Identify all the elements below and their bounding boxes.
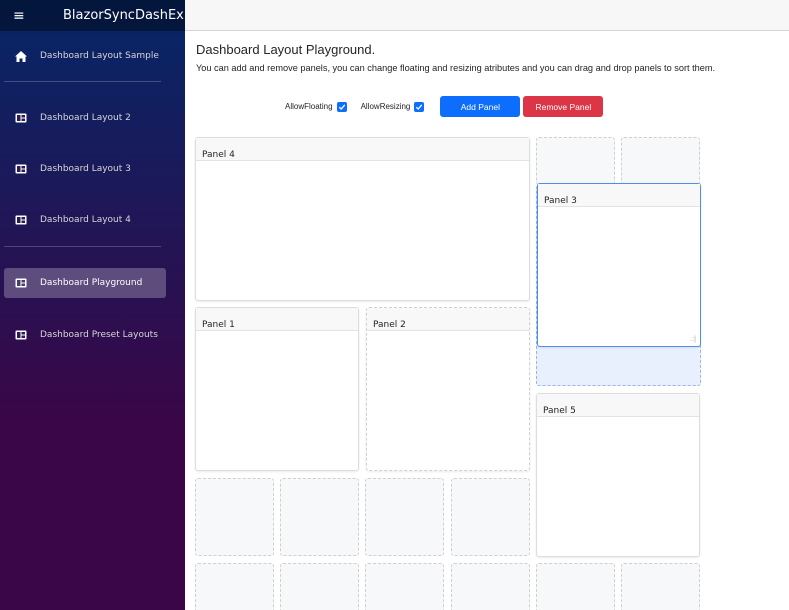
grid-cell-placeholder [195,478,274,556]
layout-icon [10,113,32,123]
sidebar-item-label: Dashboard Layout 4 [40,215,131,225]
sidebar-item-dashboard-playground[interactable]: Dashboard Playground [4,268,166,298]
sidebar-item-label: Dashboard Layout 2 [40,113,131,123]
add-panel-button[interactable]: Add Panel [440,96,521,117]
grid-cell-placeholder [280,478,359,556]
grid-cell-placeholder [621,563,700,610]
checkmark-icon [416,103,423,110]
panel-4[interactable]: Panel 4 [195,137,530,301]
grid-cell-placeholder [451,563,530,610]
allow-floating-checkbox[interactable] [336,101,347,112]
sidebar-item-dashboard-layout-4[interactable]: Dashboard Layout 4 [4,205,166,235]
home-icon [10,50,32,62]
remove-panel-button[interactable]: Remove Panel [523,96,604,117]
panel-header[interactable]: Panel 1 [196,308,358,331]
grid-cell-placeholder [451,478,530,556]
grid-cell-placeholder [536,563,615,610]
allow-resizing-label: AllowResizing [360,102,411,111]
sidebar: ≡ BlazorSyncDashEx Dashboard Layout Samp… [0,0,185,610]
grid-cell-placeholder [365,563,444,610]
layout-icon [10,278,32,288]
panel-2[interactable]: Panel 2 [366,307,530,471]
sidebar-item-label: Dashboard Layout Sample [40,51,159,61]
page-title: Dashboard Layout Playground. [196,42,376,57]
panel-header[interactable]: Panel 4 [196,138,529,161]
grid-cell-placeholder [621,137,700,185]
panel-1[interactable]: Panel 1 [195,307,359,471]
sidebar-header: ≡ BlazorSyncDashEx [0,0,185,31]
layout-icon [10,330,32,340]
hamburger-icon[interactable]: ≡ [13,9,33,23]
brand-title[interactable]: BlazorSyncDashEx [63,8,184,23]
panel-3[interactable]: Panel 3 .:| [537,183,701,347]
sidebar-item-label: Dashboard Layout 3 [40,164,131,174]
sidebar-item-label: Dashboard Playground [40,278,143,288]
top-row [185,0,789,31]
sidebar-item-dashboard-layout-3[interactable]: Dashboard Layout 3 [4,154,166,184]
grid-cell-placeholder [195,563,274,610]
sidebar-item-dashboard-layout-sample[interactable]: Dashboard Layout Sample [4,41,166,71]
panel-header[interactable]: Panel 2 [367,308,529,331]
sidebar-item-dashboard-layout-2[interactable]: Dashboard Layout 2 [4,103,166,133]
panel-header[interactable]: Panel 3 [538,184,700,207]
sidebar-divider [4,246,161,247]
sidebar-item-dashboard-preset-layouts[interactable]: Dashboard Preset Layouts [4,320,166,350]
page-description: You can add and remove panels, you can c… [196,63,716,73]
grid-cell-placeholder [536,137,615,185]
playground-controls: AllowFloating AllowResizing Add Panel Re… [285,96,604,117]
panel-header[interactable]: Panel 5 [537,394,699,417]
allow-floating-label: AllowFloating [285,102,333,111]
layout-icon [10,215,32,225]
allow-resizing-checkbox[interactable] [414,101,425,112]
resize-handle-icon[interactable]: .:| [690,336,696,343]
checkmark-icon [338,103,345,110]
grid-cell-placeholder [280,563,359,610]
panel-5[interactable]: Panel 5 [536,393,700,557]
sidebar-item-label: Dashboard Preset Layouts [40,330,158,340]
grid-cell-placeholder [365,478,444,556]
layout-icon [10,164,32,174]
sidebar-divider [4,81,161,82]
